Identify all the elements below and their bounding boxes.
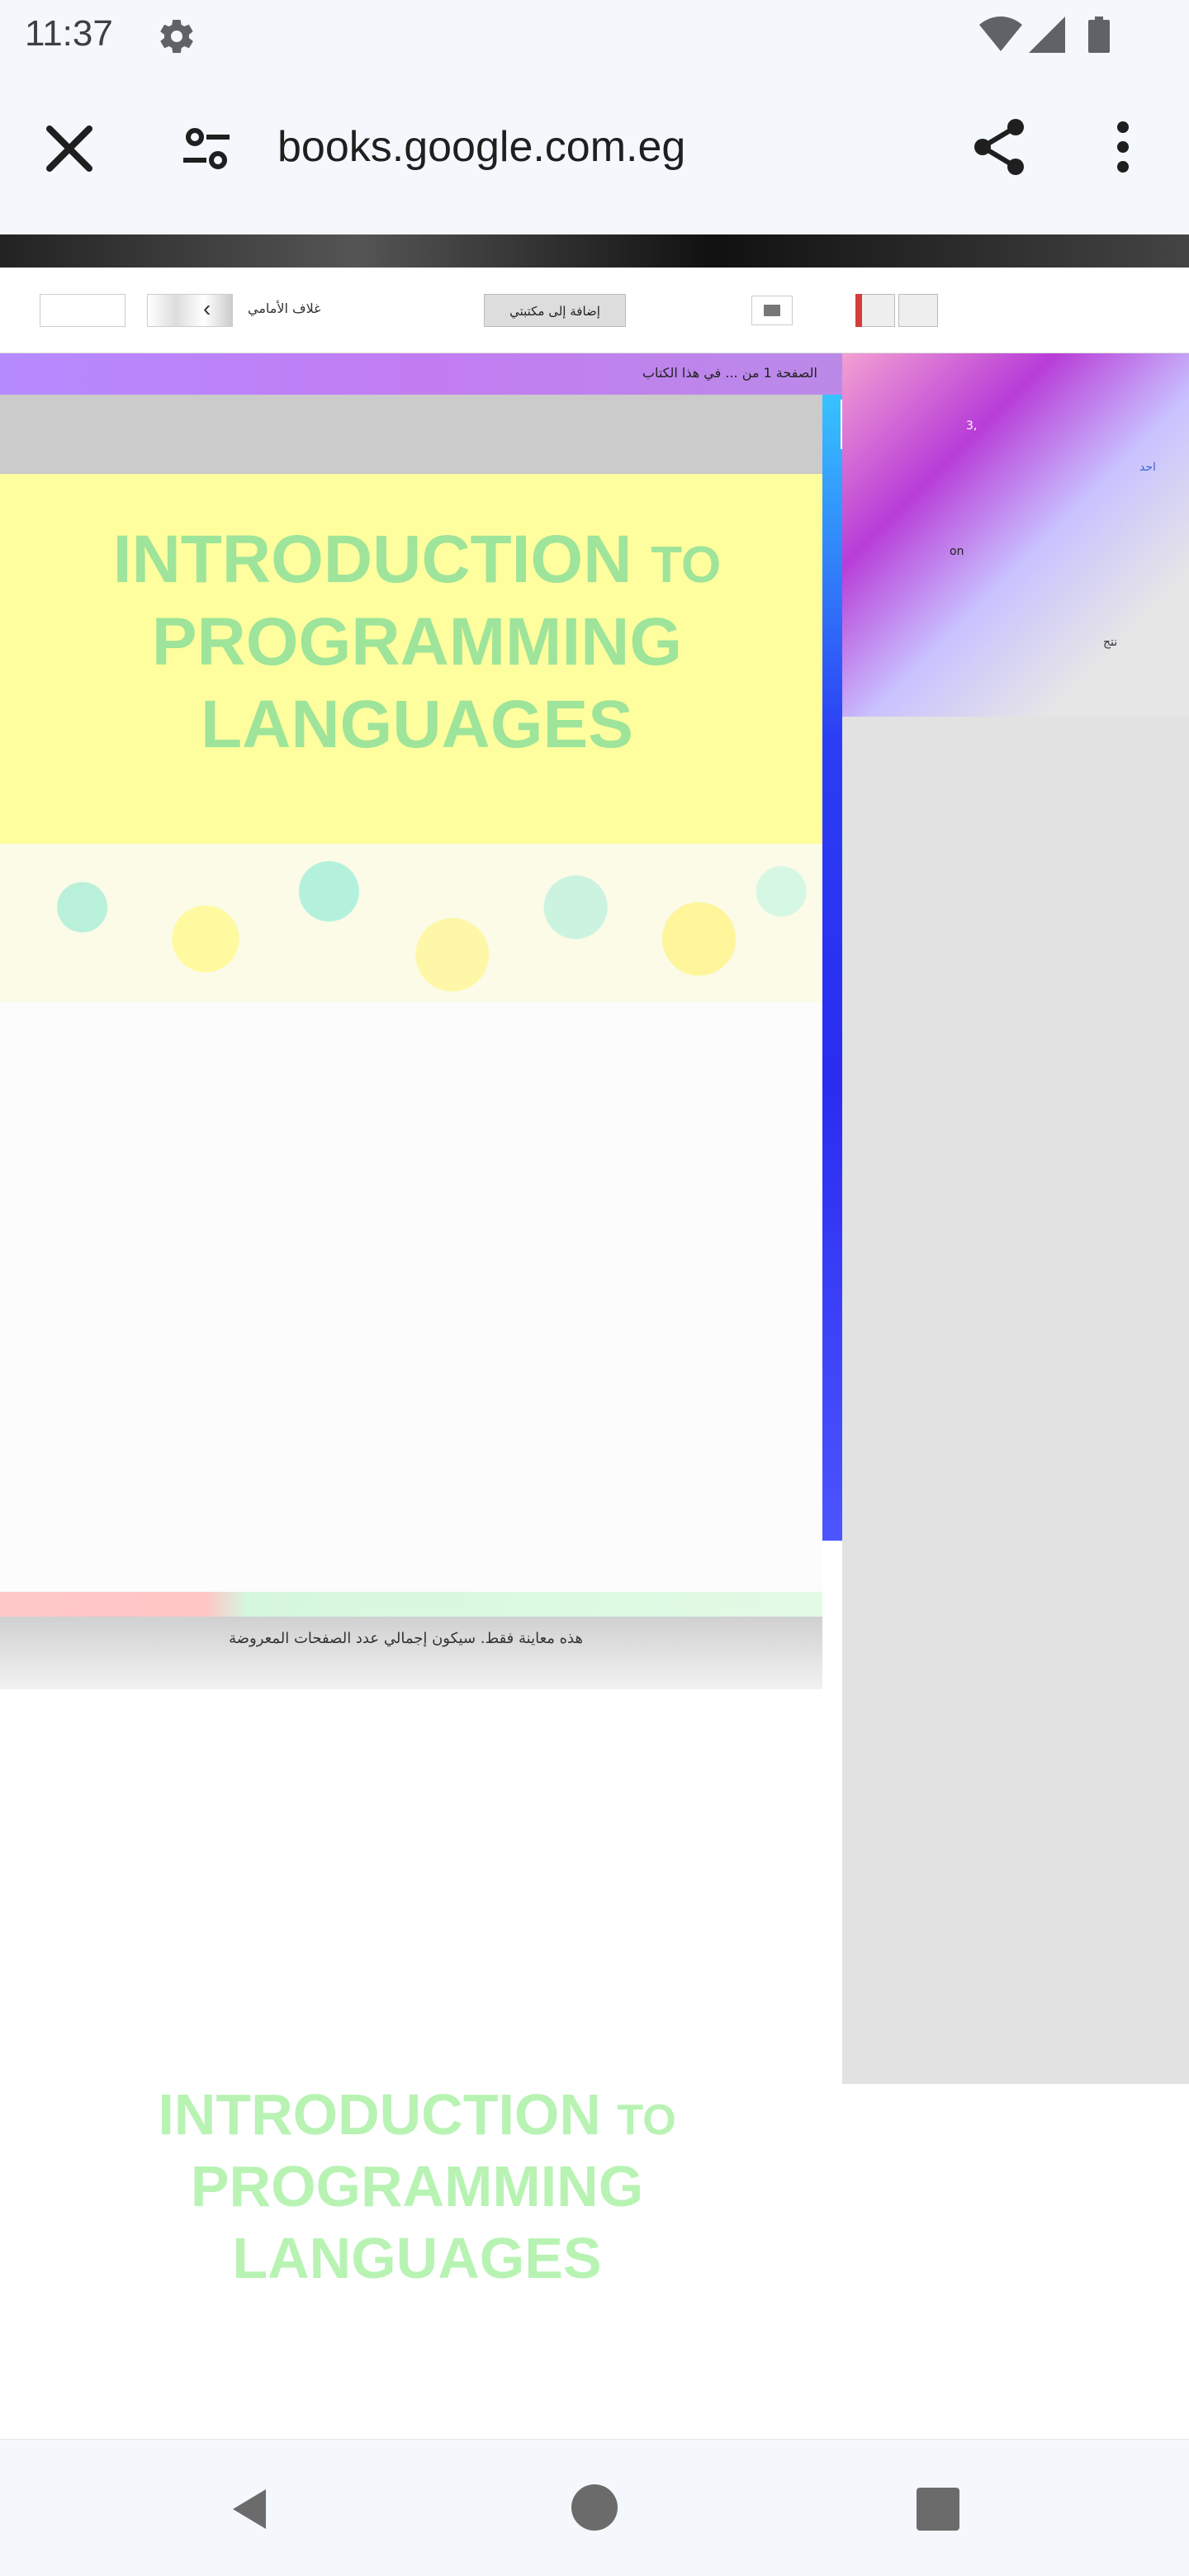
view-mode-button[interactable] xyxy=(751,296,793,325)
page-nav-buttons[interactable] xyxy=(147,294,233,327)
preview-notice-bar: هذه معاينة فقط. سيكون إجمالي عدد الصفحات… xyxy=(0,1617,822,1689)
viewer-top-margin xyxy=(0,395,822,474)
books-toolbar: ‹ غلاف الأمامي إضافة إلى مكتبتي xyxy=(0,268,1189,353)
sidebar-label-1: 3, xyxy=(966,419,978,433)
add-to-library-button[interactable]: إضافة إلى مكتبتي xyxy=(484,294,626,327)
cover-title: INTRODUCTION TO PROGRAMMING LANGUAGES xyxy=(0,519,834,766)
cover-title-to: TO xyxy=(651,537,722,594)
status-time: 11:37 xyxy=(25,13,113,54)
page-title: INTRODUCTION TO PROGRAMMING LANGUAGES xyxy=(0,2079,834,2294)
page-title-line1: INTRODUCTION xyxy=(158,2082,601,2147)
page-title-to: TO xyxy=(617,2096,676,2144)
close-icon[interactable] xyxy=(36,116,102,182)
sidebar-label-4: نتج xyxy=(1103,636,1118,649)
more-options-icon[interactable] xyxy=(1097,114,1149,180)
cover-title-line2: PROGRAMMING xyxy=(151,604,683,680)
wifi-icon xyxy=(979,17,1022,51)
sidebar-label-2[interactable]: احد xyxy=(1139,461,1156,474)
sidebar-empty xyxy=(842,2084,1189,2439)
gear-icon xyxy=(160,20,193,54)
info-bar: الصفحة 1 من ... في هذا الكتاب xyxy=(0,353,842,395)
front-cover-dropdown[interactable]: غلاف الأمامي xyxy=(248,301,321,316)
cover-image xyxy=(0,844,822,1002)
header-strip xyxy=(0,234,1189,268)
back-icon[interactable] xyxy=(223,2483,276,2536)
status-bar: 11:37 xyxy=(0,0,1189,73)
preview-notice: هذه معاينة فقط. سيكون إجمالي عدد الصفحات… xyxy=(229,1630,583,1647)
page-title-line3: LANGUAGES xyxy=(232,2225,602,2290)
sidebar-label-3: on xyxy=(950,545,964,558)
cover-title-line3: LANGUAGES xyxy=(201,687,633,763)
cover-title-line1: INTRODUCTION xyxy=(112,522,632,597)
home-icon[interactable] xyxy=(571,2484,618,2531)
sidebar-banner xyxy=(842,353,1189,717)
viewer-scrollbar[interactable] xyxy=(822,395,842,1541)
battery-icon xyxy=(1088,17,1110,53)
book-page xyxy=(0,1689,822,2439)
web-page: ‹ غلاف الأمامي إضافة إلى مكتبتي الصفحة 1… xyxy=(0,234,1189,2439)
book-viewer[interactable]: INTRODUCTION TO PROGRAMMING LANGUAGES هذ… xyxy=(0,395,822,2439)
page-number-input[interactable] xyxy=(40,294,126,327)
android-nav-bar xyxy=(0,2439,1189,2576)
site-settings-icon[interactable] xyxy=(173,116,239,182)
recents-icon[interactable] xyxy=(917,2488,959,2531)
zoom-indicator xyxy=(855,294,862,327)
browser-toolbar: books.google.com.eg xyxy=(0,73,1189,234)
book-sidebar: 3, احد on نتج xyxy=(842,353,1189,2439)
url-bar[interactable]: books.google.com.eg xyxy=(277,122,685,172)
page-divider xyxy=(0,1592,822,1617)
signal-icon xyxy=(1029,17,1065,53)
share-icon[interactable] xyxy=(966,114,1032,180)
info-bar-text: الصفحة 1 من ... في هذا الكتاب xyxy=(642,365,817,381)
chevron-left-icon[interactable]: ‹ xyxy=(203,296,211,322)
zoom-in-button[interactable] xyxy=(898,294,938,327)
blank-page-area xyxy=(0,1002,822,1592)
screen: 11:37 books.google.com.eg ‹ غلاف الأمامي… xyxy=(0,0,1189,2576)
page-title-line2: PROGRAMMING xyxy=(190,2153,644,2218)
